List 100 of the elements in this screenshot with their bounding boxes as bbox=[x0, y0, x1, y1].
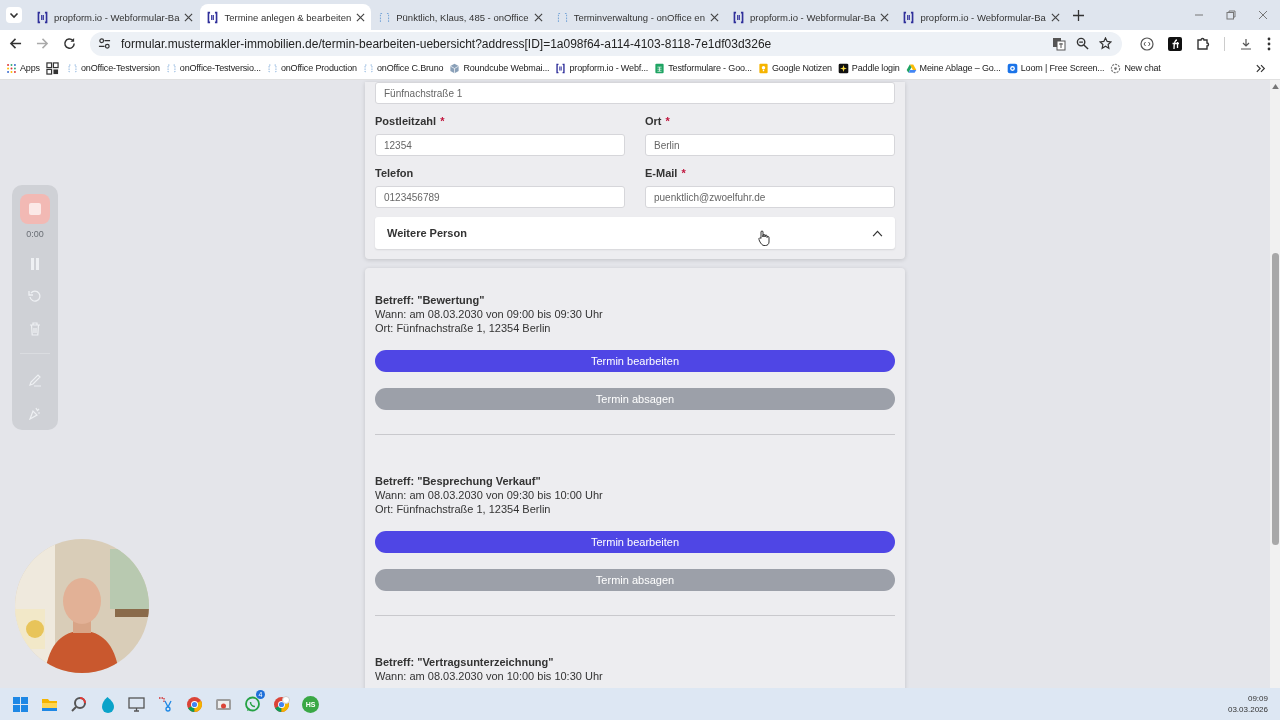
code-icon bbox=[1140, 36, 1154, 51]
puzzle-icon bbox=[1196, 36, 1210, 51]
note-icon bbox=[757, 62, 769, 74]
sparkle-icon bbox=[837, 62, 849, 74]
required-mark: * bbox=[665, 114, 670, 129]
url-text: formular.mustermakler-immobilien.de/termin-bearbeiten-uebersicht?address[ID]=1a098f64-a114-4103-8118-7e1df03d326e bbox=[121, 36, 772, 51]
edit-button[interactable]: Termin bearbeiten bbox=[375, 531, 895, 553]
reload-icon bbox=[63, 37, 76, 50]
address-bar[interactable]: formular.mustermakler-immobilien.de/termin-bearbeiten-uebersicht?address[ID]=1a098f64-a114-4103-8118-7e1df03d326e bbox=[90, 31, 1122, 56]
chrome-icon[interactable] bbox=[186, 695, 203, 713]
close-icon bbox=[533, 12, 543, 22]
bookmark-label: onOffice Production bbox=[280, 63, 357, 73]
bracket-icon bbox=[555, 62, 567, 74]
forward-icon bbox=[36, 37, 49, 50]
party-popper-icon bbox=[28, 406, 42, 420]
bookmark[interactable]: onOffice Production bbox=[266, 62, 357, 74]
drop-icon[interactable] bbox=[99, 695, 116, 713]
bookmark[interactable]: onOffice-Testversion bbox=[66, 62, 160, 74]
browser-tab[interactable]: Pünktlich, Klaus, 485 - onOffice bbox=[372, 4, 549, 30]
bookmark[interactable]: Testformulare - Goo... bbox=[654, 62, 752, 74]
restore-icon bbox=[1226, 10, 1236, 20]
bookmark[interactable]: Meine Ablage – Go... bbox=[905, 62, 1001, 74]
bookmark-label: Meine Ablage – Go... bbox=[919, 63, 1001, 73]
monitor-icon[interactable] bbox=[128, 695, 145, 713]
bookmark[interactable]: Apps bbox=[6, 62, 40, 74]
bookmark-label: onOffice C.Bruno bbox=[376, 63, 444, 73]
apps-icon bbox=[6, 62, 17, 74]
tab-title: Terminverwaltung - onOffice en bbox=[573, 11, 705, 23]
zoom-icon bbox=[1076, 37, 1089, 50]
required-mark: * bbox=[440, 114, 445, 129]
bookmark[interactable]: New chat bbox=[1110, 62, 1161, 74]
appointment-subject: Betreff: "Bewertung" bbox=[375, 293, 486, 307]
field-label: E-Mail bbox=[645, 166, 678, 181]
bookmark[interactable]: onOffice C.Bruno bbox=[362, 62, 444, 74]
close-icon bbox=[1258, 10, 1268, 20]
field-label: Ort bbox=[645, 114, 662, 129]
input-field[interactable]: puenktlich@zwoelfuhr.de bbox=[645, 186, 895, 208]
scissors-icon[interactable] bbox=[157, 695, 174, 713]
chat-bubble-icon[interactable] bbox=[244, 695, 261, 713]
tab-title: propform.io - Webformular-Ba bbox=[749, 11, 876, 23]
windows-icon[interactable] bbox=[12, 695, 29, 713]
bracket-icon bbox=[165, 62, 177, 74]
input-field[interactable]: Berlin bbox=[645, 134, 895, 156]
close-icon bbox=[356, 12, 366, 22]
input-field[interactable]: 0123456789 bbox=[375, 186, 625, 208]
required-mark: * bbox=[681, 166, 686, 181]
browser-tab[interactable]: Terminverwaltung - onOffice en bbox=[549, 4, 725, 30]
input-field[interactable]: 12354 bbox=[375, 134, 625, 156]
tab-title: Termine anlegen & bearbeiten bbox=[224, 11, 352, 23]
bookmark-label: onOffice-Testversion bbox=[80, 63, 160, 73]
restart-icon bbox=[28, 289, 42, 303]
appointment-location: Ort: Fünfnachstraße 1, 12354 Berlin bbox=[375, 321, 552, 335]
clock-date: 03.03.2026 bbox=[1227, 704, 1268, 715]
bookmark[interactable]: Google Notizen bbox=[757, 62, 832, 74]
pause-icon bbox=[30, 258, 40, 270]
chrome-icon[interactable] bbox=[273, 695, 290, 713]
bookmark[interactable]: Loom | Free Screen... bbox=[1006, 62, 1105, 74]
bracket-icon bbox=[206, 10, 220, 24]
bookmark-label: Loom | Free Screen... bbox=[1020, 63, 1105, 73]
browser-tab[interactable]: Termine anlegen & bearbeiten bbox=[200, 4, 372, 30]
download-icon bbox=[1239, 36, 1253, 51]
edit-button[interactable]: Termin bearbeiten bbox=[375, 350, 895, 372]
bracket-icon bbox=[266, 62, 278, 74]
accordion-header[interactable]: Weitere Person bbox=[375, 217, 895, 249]
close-icon bbox=[709, 12, 719, 22]
star-icon bbox=[1099, 37, 1112, 50]
field-label: Postleitzahl bbox=[375, 114, 437, 129]
close-icon bbox=[880, 12, 890, 22]
bookmark-label: Roundcube Webmai... bbox=[463, 63, 550, 73]
menu-icon bbox=[1267, 36, 1271, 51]
appointment-subject: Betreff: "Besprechung Verkauf" bbox=[375, 474, 542, 488]
close-icon bbox=[184, 12, 194, 22]
site-settings-icon bbox=[98, 37, 111, 50]
bookmark[interactable]: propform.io - Webf... bbox=[555, 62, 649, 74]
browser-tab[interactable]: propform.io - Webformular-Ba bbox=[30, 4, 200, 30]
clock-time: 09:09 bbox=[1246, 693, 1268, 704]
bookmark[interactable]: Roundcube Webmai... bbox=[449, 62, 550, 74]
bookmark-label: Google Notizen bbox=[771, 63, 832, 73]
appointment-subject: Betreff: "Vertragsunterzeichnung" bbox=[375, 655, 555, 669]
translate-icon bbox=[1052, 36, 1066, 51]
bracket-icon bbox=[362, 62, 374, 74]
bookmark-label: Apps bbox=[20, 63, 40, 73]
more-bookmarks-icon bbox=[1256, 63, 1266, 73]
accordion-title: Weitere Person bbox=[387, 227, 467, 239]
bookmark[interactable]: Paddle login bbox=[837, 62, 900, 74]
circle-icon bbox=[1006, 62, 1018, 74]
browser-tab[interactable]: propform.io - Webformular-Ba bbox=[725, 4, 896, 30]
scrollbar-thumb[interactable] bbox=[1271, 253, 1279, 545]
bookmark[interactable]: onOffice-Testversio... bbox=[165, 62, 261, 74]
bracket-icon bbox=[36, 10, 49, 24]
spreadsheet-icon bbox=[654, 62, 666, 74]
magnifier-icon[interactable] bbox=[70, 695, 87, 713]
street-field[interactable]: Fünfnachstraße 1 bbox=[375, 82, 895, 104]
dropdown-icon bbox=[6, 7, 22, 23]
pen-icon bbox=[28, 373, 42, 387]
back-icon bbox=[9, 37, 22, 50]
bracket-icon bbox=[902, 10, 916, 24]
new-tab-icon bbox=[1072, 9, 1084, 21]
browser-tab[interactable]: propform.io - Webformular-Ba bbox=[896, 4, 1066, 30]
bracket-icon bbox=[555, 10, 569, 24]
